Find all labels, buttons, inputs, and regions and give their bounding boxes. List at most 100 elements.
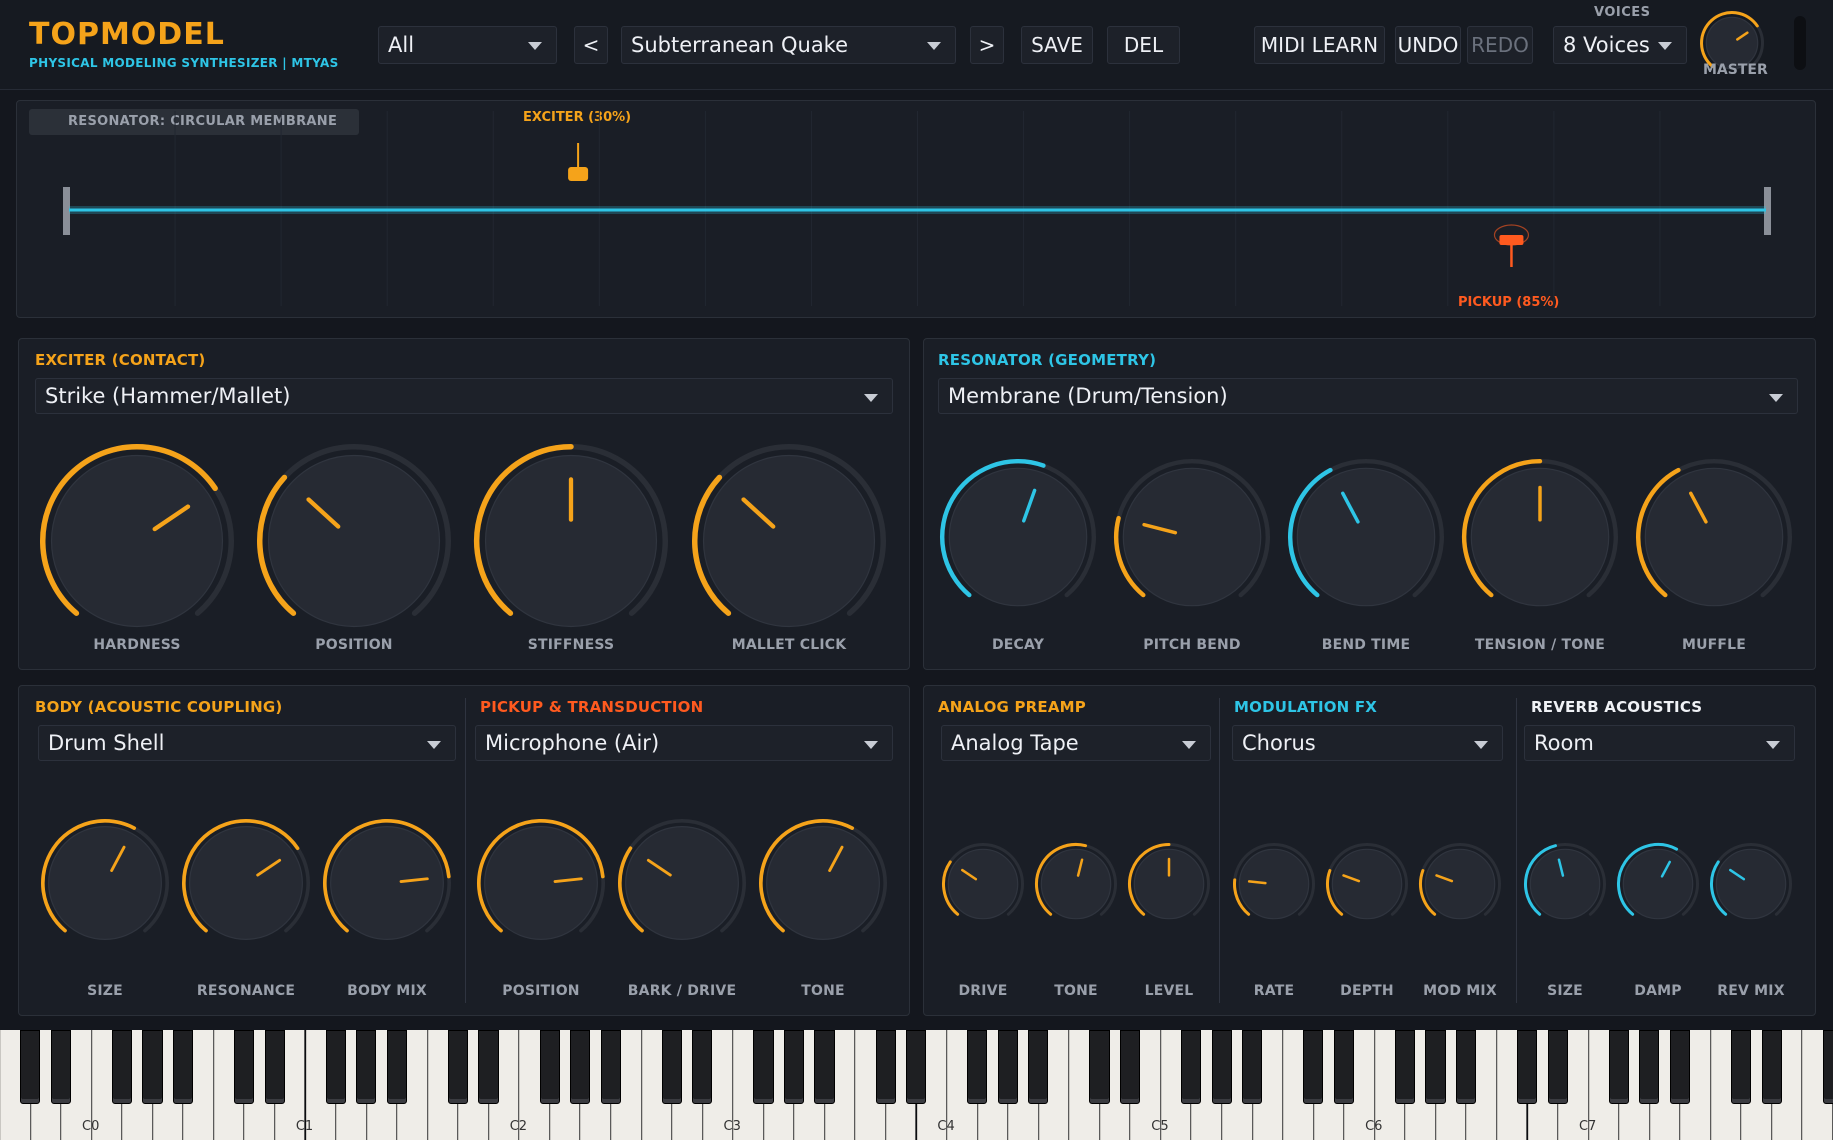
reverb-title: REVERB ACOUSTICS xyxy=(1531,698,1703,716)
black-key[interactable] xyxy=(783,1030,805,1104)
black-key[interactable] xyxy=(1639,1030,1660,1104)
black-key[interactable] xyxy=(967,1030,988,1104)
pickup-mode-dropdown[interactable]: Microphone (Air) xyxy=(475,725,893,761)
chevron-down-icon xyxy=(427,741,441,749)
black-key[interactable] xyxy=(997,1030,1018,1104)
pickup-position-knob[interactable] xyxy=(476,818,606,948)
preamp-mode-dropdown[interactable]: Analog Tape xyxy=(941,725,1211,761)
black-key[interactable] xyxy=(478,1030,499,1104)
black-key[interactable] xyxy=(264,1030,285,1104)
black-key[interactable] xyxy=(906,1030,927,1104)
reverb-rev-mix-knob[interactable] xyxy=(1709,842,1793,926)
pickup-handle[interactable] xyxy=(1493,224,1530,267)
black-key[interactable] xyxy=(1547,1030,1568,1104)
resonator-bend-time-knob[interactable] xyxy=(1287,458,1445,616)
black-key[interactable] xyxy=(142,1030,163,1104)
black-key[interactable] xyxy=(1181,1030,1202,1104)
resonator-tension-tone-knob[interactable] xyxy=(1461,458,1619,616)
reverb-damp-knob[interactable] xyxy=(1616,842,1700,926)
black-key[interactable] xyxy=(600,1030,621,1104)
midi-learn-button[interactable]: MIDI LEARN xyxy=(1254,26,1385,64)
exciter-position-knob[interactable] xyxy=(256,443,452,639)
black-key[interactable] xyxy=(814,1030,835,1104)
octave-label: C0 xyxy=(82,1119,100,1134)
resonator-pitch-bend-knob[interactable] xyxy=(1113,458,1271,616)
black-key[interactable] xyxy=(692,1030,713,1104)
modfx-mod-mix-knob[interactable] xyxy=(1418,842,1502,926)
resonator-mode-dropdown[interactable]: Membrane (Drum/Tension) xyxy=(938,378,1798,414)
preamp-drive-knob[interactable] xyxy=(941,842,1025,926)
modfx-depth-knob[interactable] xyxy=(1325,842,1409,926)
exciter-stiffness-knob[interactable] xyxy=(473,443,669,639)
black-key[interactable] xyxy=(1608,1030,1629,1104)
black-key[interactable] xyxy=(172,1030,194,1104)
piano-keyboard[interactable]: C0 C1 C2 C3 C4 C5 C6 C7 xyxy=(0,1030,1833,1140)
redo-button[interactable]: REDO xyxy=(1467,26,1533,64)
black-key[interactable] xyxy=(875,1030,896,1104)
exciter-mallet-click-knob[interactable] xyxy=(691,443,887,639)
reverb-size-knob[interactable] xyxy=(1523,842,1607,926)
black-key[interactable] xyxy=(1669,1030,1691,1104)
modfx-mode-dropdown[interactable]: Chorus xyxy=(1232,725,1503,761)
black-key[interactable] xyxy=(111,1030,132,1104)
black-key[interactable] xyxy=(1211,1030,1232,1104)
black-key[interactable] xyxy=(1242,1030,1263,1104)
black-key[interactable] xyxy=(20,1030,41,1104)
modfx-rate-knob[interactable] xyxy=(1232,842,1316,926)
black-key[interactable] xyxy=(1456,1030,1477,1104)
black-key[interactable] xyxy=(1394,1030,1416,1104)
chevron-down-icon xyxy=(927,42,941,50)
pickup-mode-value: Microphone (Air) xyxy=(485,731,660,755)
next-preset-button[interactable]: > xyxy=(970,26,1004,64)
exciter-hardness-label: HARDNESS xyxy=(93,637,181,653)
black-key[interactable] xyxy=(50,1030,71,1104)
black-key[interactable] xyxy=(1303,1030,1324,1104)
black-key[interactable] xyxy=(1028,1030,1049,1104)
pickup-tone-knob[interactable] xyxy=(758,818,888,948)
exciter-hardness-knob[interactable] xyxy=(39,443,235,639)
preset-dropdown[interactable]: Subterranean Quake xyxy=(621,26,956,64)
black-key[interactable] xyxy=(1119,1030,1141,1104)
black-key[interactable] xyxy=(1517,1030,1538,1104)
body-mode-dropdown[interactable]: Drum Shell xyxy=(38,725,456,761)
body-resonance-label: RESONANCE xyxy=(196,983,296,999)
black-key[interactable] xyxy=(753,1030,774,1104)
black-key[interactable] xyxy=(1761,1030,1782,1104)
body-body-mix-knob[interactable] xyxy=(322,818,452,948)
brand: TOPMODEL PHYSICAL MODELING SYNTHESIZER |… xyxy=(29,18,339,71)
black-key[interactable] xyxy=(1333,1030,1354,1104)
category-dropdown[interactable]: All xyxy=(378,26,557,64)
black-key[interactable] xyxy=(539,1030,560,1104)
resonator-muffle-knob[interactable] xyxy=(1635,458,1793,616)
reverb-mode-dropdown[interactable]: Room xyxy=(1524,725,1795,761)
exciter-mode-dropdown[interactable]: Strike (Hammer/Mallet) xyxy=(35,378,893,414)
black-key[interactable] xyxy=(386,1030,407,1104)
preamp-level-knob[interactable] xyxy=(1127,842,1211,926)
black-key[interactable] xyxy=(356,1030,377,1104)
pickup-bark-drive-knob[interactable] xyxy=(617,818,747,948)
section-divider xyxy=(1219,698,1220,1003)
black-key[interactable] xyxy=(1730,1030,1752,1104)
octave-label: C7 xyxy=(1578,1119,1597,1134)
black-key[interactable] xyxy=(234,1030,255,1104)
exciter-handle[interactable] xyxy=(568,143,589,181)
body-resonance-knob[interactable] xyxy=(181,818,311,948)
resonator-decay-knob[interactable] xyxy=(939,458,1097,616)
prev-preset-button[interactable]: < xyxy=(574,26,608,64)
section-divider xyxy=(465,698,466,1003)
save-button[interactable]: SAVE xyxy=(1021,26,1093,64)
black-key[interactable] xyxy=(661,1030,682,1104)
black-key[interactable] xyxy=(1425,1030,1446,1104)
voices-dropdown[interactable]: 8 Voices xyxy=(1553,26,1687,64)
body-size-knob[interactable] xyxy=(40,818,170,948)
black-key[interactable] xyxy=(447,1030,469,1104)
delete-button[interactable]: DEL xyxy=(1107,26,1180,64)
black-key[interactable] xyxy=(1822,1030,1833,1104)
undo-button[interactable]: UNDO xyxy=(1395,26,1461,64)
black-key[interactable] xyxy=(1089,1030,1110,1104)
modfx-title: MODULATION FX xyxy=(1234,698,1378,716)
black-key[interactable] xyxy=(325,1030,346,1104)
preamp-tone-knob[interactable] xyxy=(1034,842,1118,926)
reverb-rev-mix-label: REV MIX xyxy=(1717,983,1785,999)
black-key[interactable] xyxy=(570,1030,591,1104)
